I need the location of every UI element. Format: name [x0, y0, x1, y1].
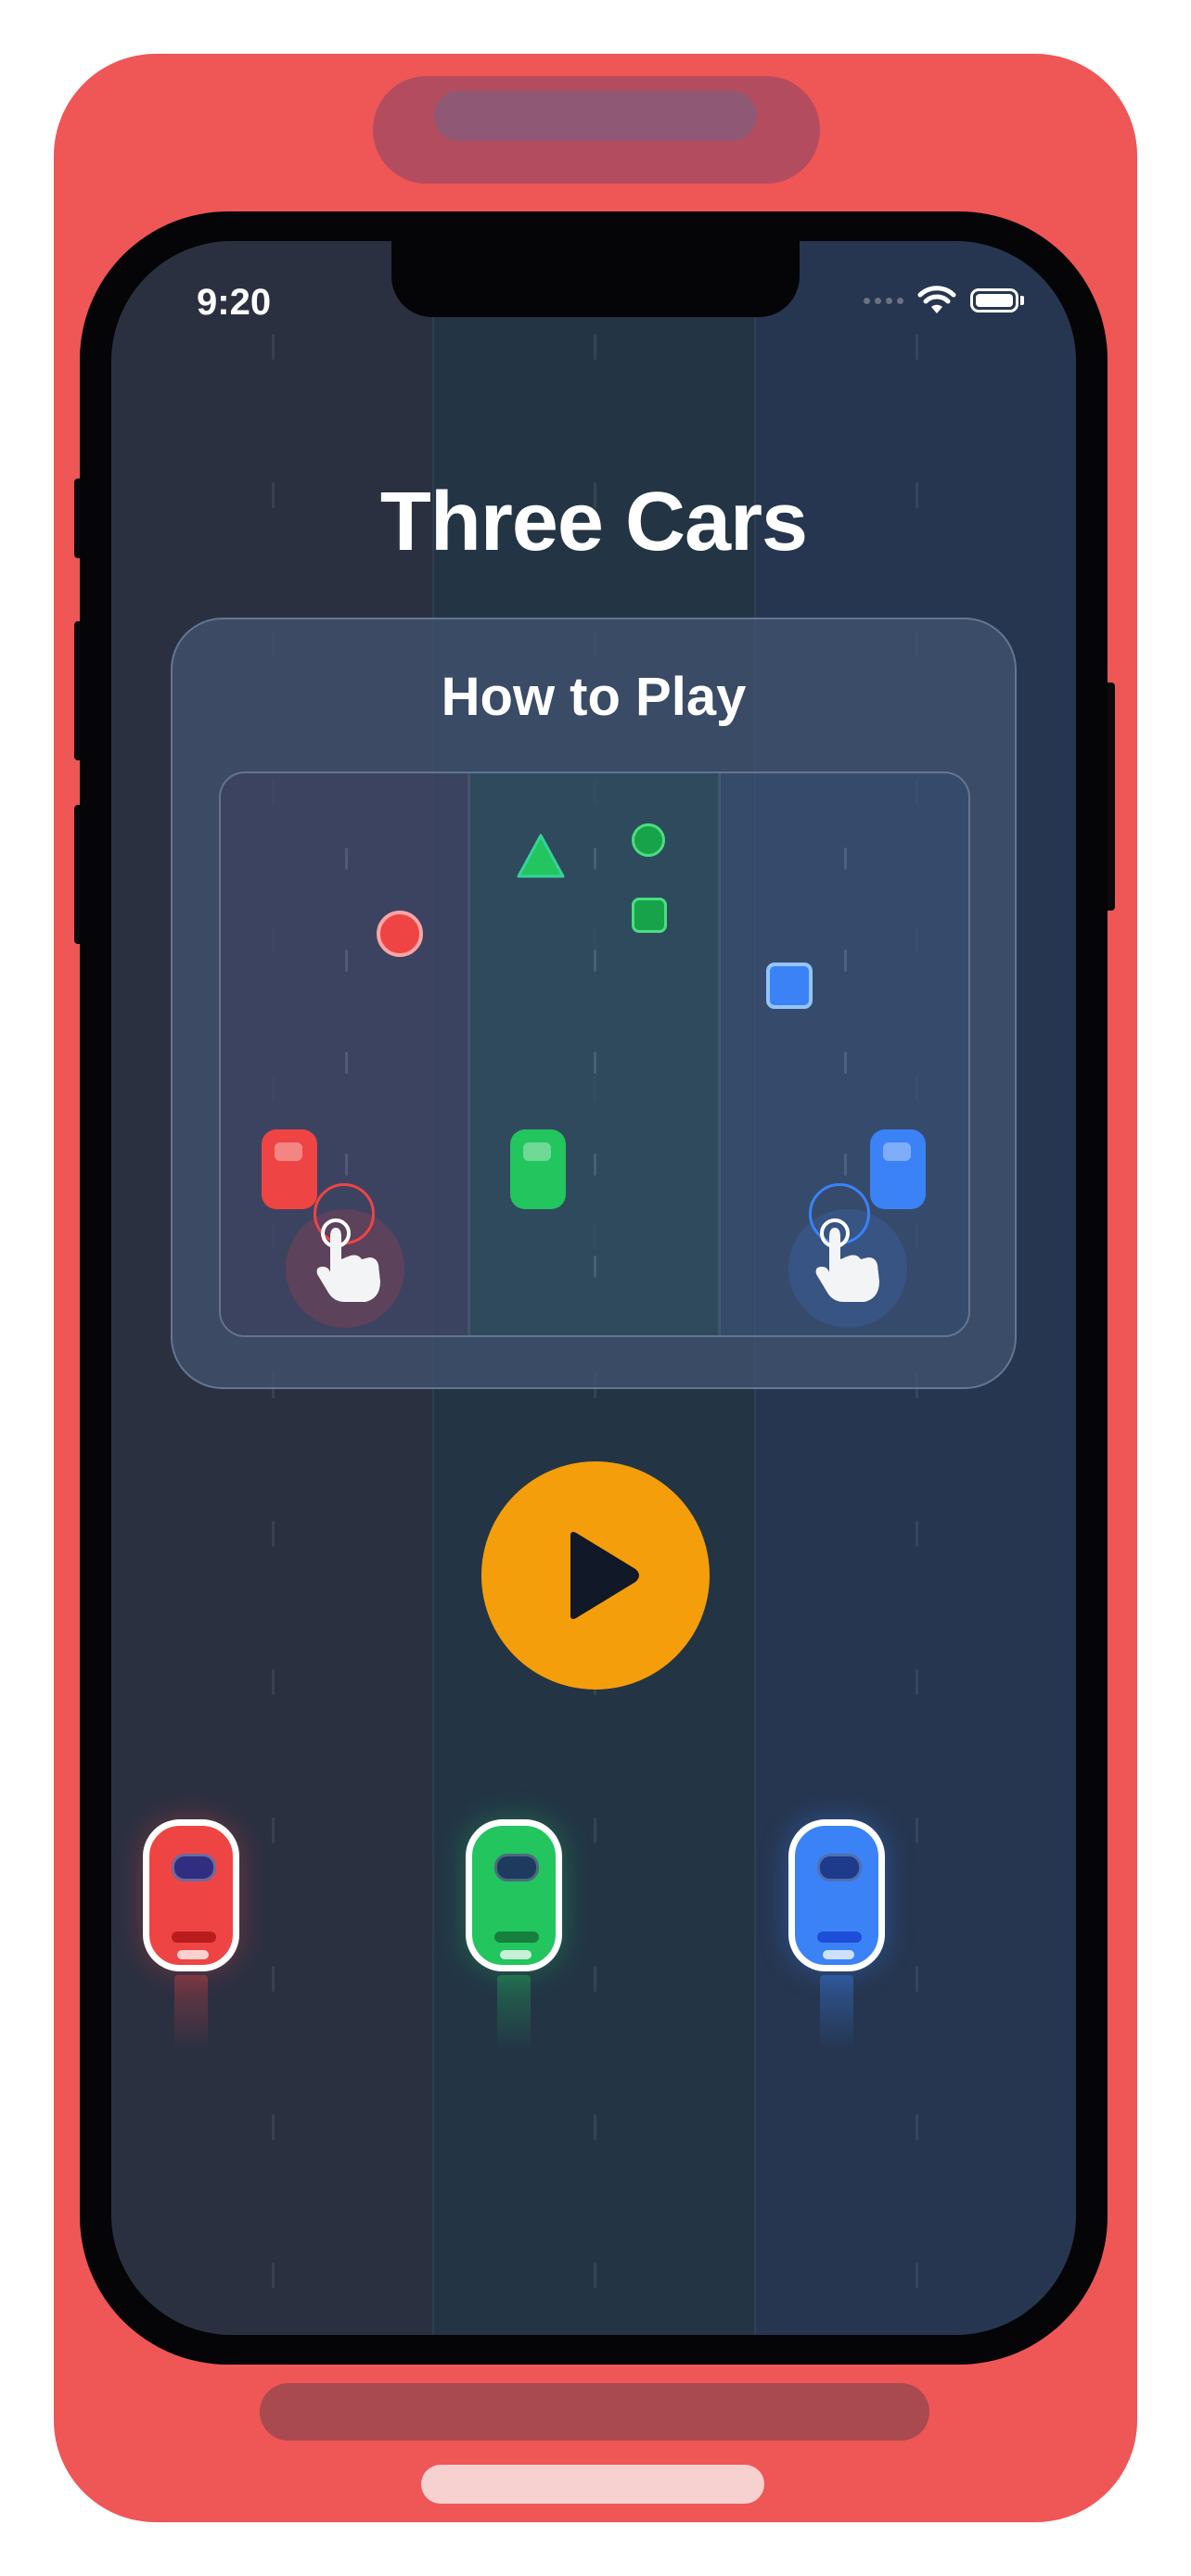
- demo-red-car: [262, 1129, 317, 1209]
- case-top-slot-inner: [434, 91, 757, 141]
- lane-dash: [272, 1817, 275, 1843]
- lane-dash: [916, 2114, 918, 2140]
- lane-dash: [272, 2114, 275, 2140]
- lane-dash: [916, 1966, 918, 1992]
- status-time: 9:20: [197, 282, 272, 323]
- game-screen[interactable]: 9:20 Three Cars How to Play: [111, 241, 1076, 2335]
- play-icon: [570, 1532, 639, 1619]
- lane-dash: [594, 1817, 596, 1843]
- demo-lane-dash: [345, 1052, 348, 1074]
- lane-dash: [272, 1521, 275, 1547]
- green-circle-obstacle-icon: [632, 823, 665, 857]
- green-car-exhaust: [497, 1975, 531, 2049]
- blue-square-obstacle-icon: [766, 963, 813, 1009]
- car-rear-window: [817, 1932, 862, 1943]
- green-square-obstacle-icon: [632, 898, 667, 933]
- play-button[interactable]: [481, 1461, 710, 1690]
- car-rear-window: [494, 1932, 539, 1943]
- demo-lane-dash: [844, 950, 847, 972]
- demo-blue-car: [870, 1129, 926, 1209]
- lane-dash: [272, 334, 275, 360]
- lane-dash: [594, 1966, 596, 1992]
- lane-dash: [594, 334, 596, 360]
- car-taillight: [823, 1950, 854, 1959]
- status-icons: [864, 286, 1024, 315]
- case-bottom-bar: [260, 2383, 929, 2441]
- demo-lane-dash: [594, 950, 596, 972]
- signal-dots-icon: [864, 297, 903, 304]
- how-to-play-demo: [219, 772, 970, 1337]
- red-car-exhaust: [174, 1975, 208, 2049]
- game-title: Three Cars: [379, 476, 808, 568]
- demo-lane-dash: [345, 848, 348, 870]
- red-circle-obstacle-icon: [377, 911, 423, 957]
- lane-dash: [916, 1669, 918, 1695]
- lane-dash: [594, 2263, 596, 2289]
- blue-car-exhaust: [820, 1975, 853, 2049]
- battery-icon: [970, 288, 1018, 312]
- blue-car[interactable]: [788, 1819, 885, 1971]
- demo-lane-dash: [345, 950, 348, 972]
- lane-dash: [272, 2263, 275, 2289]
- screen-notch: [391, 241, 800, 317]
- car-rear-window: [172, 1932, 216, 1943]
- demo-green-car: [510, 1129, 566, 1209]
- green-triangle-obstacle-icon: [517, 834, 565, 878]
- red-car[interactable]: [143, 1819, 239, 1971]
- demo-lane-divider: [467, 773, 470, 1335]
- demo-lane-dash: [594, 1256, 596, 1278]
- demo-lane-dash: [594, 848, 596, 870]
- hand-tap-icon: [316, 1218, 380, 1302]
- demo-lane-dash: [844, 1052, 847, 1074]
- lane-dash: [272, 1966, 275, 1992]
- demo-lane-dash: [844, 848, 847, 870]
- lane-dash: [916, 1817, 918, 1843]
- car-windshield: [172, 1854, 216, 1881]
- car-windshield: [817, 1854, 862, 1881]
- demo-lane-dash: [345, 1154, 348, 1176]
- lane-dash: [272, 1669, 275, 1695]
- how-to-play-title: How to Play: [441, 667, 747, 727]
- demo-lane-dash: [844, 1154, 847, 1176]
- green-car[interactable]: [466, 1819, 562, 1971]
- demo-lane-dash: [594, 1154, 596, 1176]
- case-bottom-pill: [421, 2465, 764, 2504]
- car-windshield: [494, 1854, 539, 1881]
- hand-tap-icon: [815, 1218, 879, 1302]
- demo-lane-dash: [594, 1052, 596, 1074]
- lane-dash: [916, 1521, 918, 1547]
- car-taillight: [500, 1950, 531, 1959]
- demo-lane-divider: [718, 773, 721, 1335]
- lane-dash: [916, 2263, 918, 2289]
- wifi-icon: [917, 286, 956, 313]
- how-to-play-card: How to Play: [171, 618, 1017, 1389]
- lane-dash: [916, 334, 918, 360]
- car-taillight: [177, 1950, 209, 1959]
- lane-dash: [594, 2114, 596, 2140]
